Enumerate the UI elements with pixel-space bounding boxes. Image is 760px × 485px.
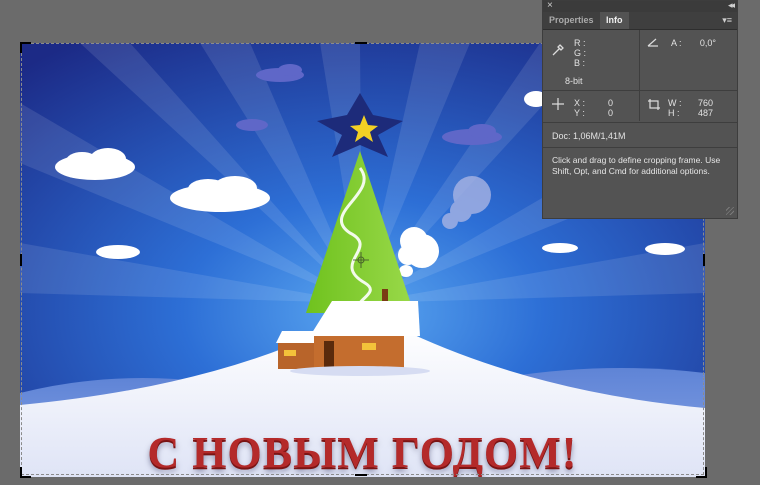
crosshair-icon	[552, 98, 564, 110]
height-value: 487	[697, 108, 713, 118]
panel-titlebar[interactable]: × ◂◂	[543, 0, 737, 12]
divider	[543, 122, 737, 123]
collapse-panel-icon[interactable]: ◂◂	[728, 0, 735, 11]
close-panel-icon[interactable]: ×	[547, 0, 553, 11]
crop-handle-right[interactable]	[703, 254, 705, 266]
width-value: 760	[697, 98, 713, 108]
bit-depth: 8-bit	[565, 76, 583, 86]
divider	[543, 147, 737, 148]
crop-handle-bottom-right[interactable]	[696, 467, 707, 478]
divider	[639, 91, 640, 121]
x-label: X :	[574, 98, 586, 108]
tab-properties[interactable]: Properties	[543, 12, 600, 29]
red-label: R :	[574, 38, 586, 48]
divider	[543, 90, 737, 91]
panel-menu-icon[interactable]: ▾≡	[722, 15, 732, 26]
resize-grip-icon[interactable]	[726, 207, 734, 215]
blue-label: B :	[574, 58, 586, 68]
x-value: 0	[607, 98, 613, 108]
document-size: Doc: 1,06M/1,41M	[552, 131, 626, 141]
tab-info[interactable]: Info	[600, 12, 629, 29]
height-label: H :	[668, 108, 680, 118]
angle-value: 0,0°	[699, 38, 716, 48]
help-text: Click and drag to define cropping frame.…	[552, 155, 721, 176]
crop-handle-top-left[interactable]	[20, 42, 31, 53]
crop-handle-bottom[interactable]	[355, 474, 367, 476]
angle-icon	[647, 38, 658, 47]
crop-handle-bottom-left[interactable]	[20, 467, 31, 478]
info-panel: × ◂◂ Properties Info ▾≡ R : G : B : 8-bi…	[542, 0, 738, 219]
panel-tabs: Properties Info ▾≡	[543, 12, 737, 30]
divider	[639, 30, 640, 90]
green-label: G :	[574, 48, 587, 58]
eyedropper-icon	[552, 44, 564, 56]
crop-handle-top[interactable]	[355, 42, 367, 44]
angle-label: A :	[671, 38, 682, 48]
crop-size-icon	[648, 99, 660, 110]
width-label: W :	[668, 98, 682, 108]
crop-handle-left[interactable]	[20, 254, 22, 266]
y-value: 0	[607, 108, 613, 118]
greeting-text: С НОВЫМ ГОДОМ!	[147, 428, 578, 477]
y-label: Y :	[574, 108, 585, 118]
